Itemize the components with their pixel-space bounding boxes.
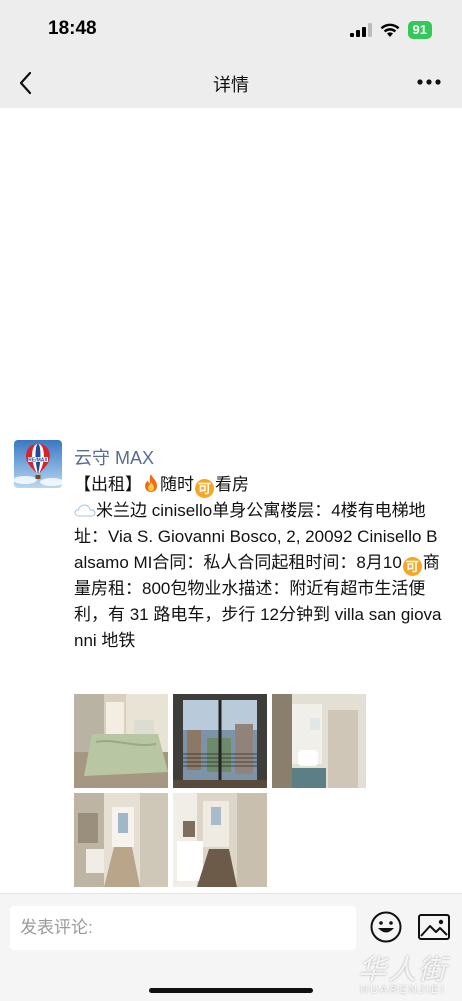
balcony-photo-image xyxy=(173,694,267,788)
watermark-sub-text: HUARENJIEI xyxy=(360,984,446,996)
status-icons: 91 xyxy=(349,21,432,39)
bedroom-photo-image xyxy=(74,694,168,788)
more-options-button[interactable] xyxy=(414,70,444,94)
post-text-tag: 【出租】 xyxy=(74,475,142,494)
status-bar: 18:48 91 xyxy=(0,0,462,58)
fire-icon xyxy=(145,474,157,492)
more-dots-icon xyxy=(417,79,441,85)
post-text-details-a: 米兰边 cinisello单身公寓楼层：4楼有电梯地址：Via S. Giova… xyxy=(74,501,438,572)
hallway-photo-image xyxy=(74,793,168,887)
watermark-logo: 华人街 HUARENJIEI xyxy=(358,948,448,996)
emoji-button[interactable] xyxy=(369,910,403,944)
kitchen-photo-image xyxy=(173,793,267,887)
signal-icon xyxy=(349,23,372,37)
post-text-anytime: 随时 xyxy=(160,475,194,494)
avatar-logo-text: RE/MAX xyxy=(28,457,48,463)
photo-balcony[interactable] xyxy=(173,694,267,788)
home-indicator xyxy=(149,988,313,993)
watermark-main-text: 华人街 xyxy=(357,953,448,986)
page-title: 详情 xyxy=(213,75,249,95)
photo-bedroom[interactable] xyxy=(74,694,168,788)
battery-indicator: 91 xyxy=(407,21,432,39)
image-upload-button[interactable] xyxy=(417,912,451,942)
image-icon xyxy=(418,914,450,940)
bathroom-photo-image xyxy=(272,694,366,788)
photo-bathroom[interactable] xyxy=(272,694,366,788)
cloud-icon xyxy=(74,504,96,517)
ke-badge-icon: 可 xyxy=(402,557,422,576)
smiley-icon xyxy=(370,911,402,943)
comment-input[interactable] xyxy=(10,906,356,950)
hot-air-balloon-logo: RE/MAX xyxy=(14,440,62,488)
status-time: 18:48 xyxy=(48,18,97,39)
ke-badge-icon: 可 xyxy=(195,479,214,498)
avatar[interactable]: RE/MAX xyxy=(14,440,62,488)
post-content: 【出租】 随时可看房 米兰边 cinisello单身公寓楼层：4楼有电梯地址：V… xyxy=(74,472,446,654)
wifi-icon xyxy=(380,23,399,37)
post-text-viewing: 看房 xyxy=(215,475,249,494)
nav-bar: 详情 xyxy=(0,58,462,108)
author-name[interactable]: 云守 MAX xyxy=(74,444,154,470)
comment-bar: 华人街 HUARENJIEI xyxy=(0,893,462,1001)
photo-kitchen[interactable] xyxy=(173,793,267,887)
photo-hallway[interactable] xyxy=(74,793,168,887)
